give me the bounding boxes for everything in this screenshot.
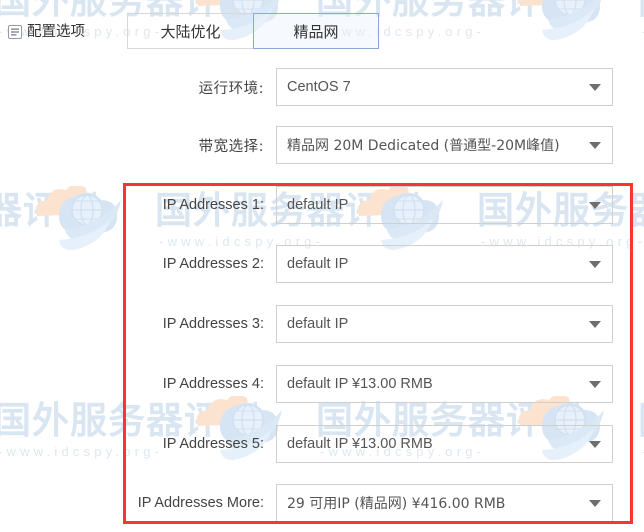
field-label: 带宽选择:	[198, 138, 264, 155]
form-row: 带宽选择: 精品网 20M Dedicated (普通型-20M峰值)	[0, 126, 644, 164]
select-dropdown[interactable]: default IP ¥13.00 RMB	[276, 425, 613, 463]
form-row: IP Addresses 4: default IP ¥13.00 RMB	[0, 365, 644, 403]
document-lines-icon	[8, 25, 22, 44]
field-label: 运行环境:	[198, 80, 264, 97]
field-label: IP Addresses 3:	[162, 316, 264, 332]
section-title: 配置选项	[27, 24, 85, 40]
chevron-down-icon[interactable]	[589, 321, 601, 328]
select-value: 29 可用IP (精品网) ¥416.00 RMB	[287, 496, 506, 512]
section-header: 配置选项	[8, 22, 114, 44]
form-row: IP Addresses 1: default IP	[0, 186, 644, 224]
field-label: IP Addresses 2:	[162, 256, 264, 272]
form-row: IP Addresses 2: default IP	[0, 245, 644, 283]
form-row: 运行环境: CentOS 7	[0, 68, 644, 106]
chevron-down-icon[interactable]	[589, 261, 601, 268]
chevron-down-icon[interactable]	[589, 202, 601, 209]
select-dropdown[interactable]: default IP ¥13.00 RMB	[276, 365, 613, 403]
field-label: IP Addresses 5:	[162, 436, 264, 452]
select-dropdown[interactable]: CentOS 7	[276, 68, 613, 106]
field-label: IP Addresses 4:	[162, 376, 264, 392]
chevron-down-icon[interactable]	[589, 441, 601, 448]
select-value: default IP	[287, 256, 349, 272]
select-dropdown[interactable]: default IP	[276, 245, 613, 283]
select-dropdown[interactable]: 29 可用IP (精品网) ¥416.00 RMB	[276, 484, 613, 522]
select-value: CentOS 7	[287, 79, 351, 95]
field-label: IP Addresses More:	[137, 495, 264, 511]
select-dropdown[interactable]: 精品网 20M Dedicated (普通型-20M峰值)	[276, 126, 613, 164]
form-row: IP Addresses 5: default IP ¥13.00 RMB	[0, 425, 644, 463]
select-value: default IP	[287, 316, 349, 332]
tab-1[interactable]: 大陆优化	[127, 13, 253, 49]
configuration-options-panel: 配置选项 大陆优化 精品网 运行环境: CentOS 7 带宽选择: 精品网 20M D…	[0, 0, 644, 532]
form-row: IP Addresses 3: default IP	[0, 305, 644, 343]
select-value: default IP ¥13.00 RMB	[287, 376, 433, 392]
tab-2[interactable]: 精品网	[253, 13, 379, 49]
select-value: default IP ¥13.00 RMB	[287, 436, 433, 452]
select-dropdown[interactable]: default IP	[276, 186, 613, 224]
field-label: IP Addresses 1:	[162, 197, 264, 213]
chevron-down-icon[interactable]	[589, 381, 601, 388]
chevron-down-icon[interactable]	[589, 142, 601, 149]
chevron-down-icon[interactable]	[589, 500, 601, 507]
chevron-down-icon[interactable]	[589, 84, 601, 91]
form-row: IP Addresses More: 29 可用IP (精品网) ¥416.00 …	[0, 484, 644, 522]
select-dropdown[interactable]: default IP	[276, 305, 613, 343]
network-type-tabs: 大陆优化 精品网	[127, 13, 379, 49]
select-value: 精品网 20M Dedicated (普通型-20M峰值)	[287, 138, 560, 154]
select-value: default IP	[287, 197, 349, 213]
